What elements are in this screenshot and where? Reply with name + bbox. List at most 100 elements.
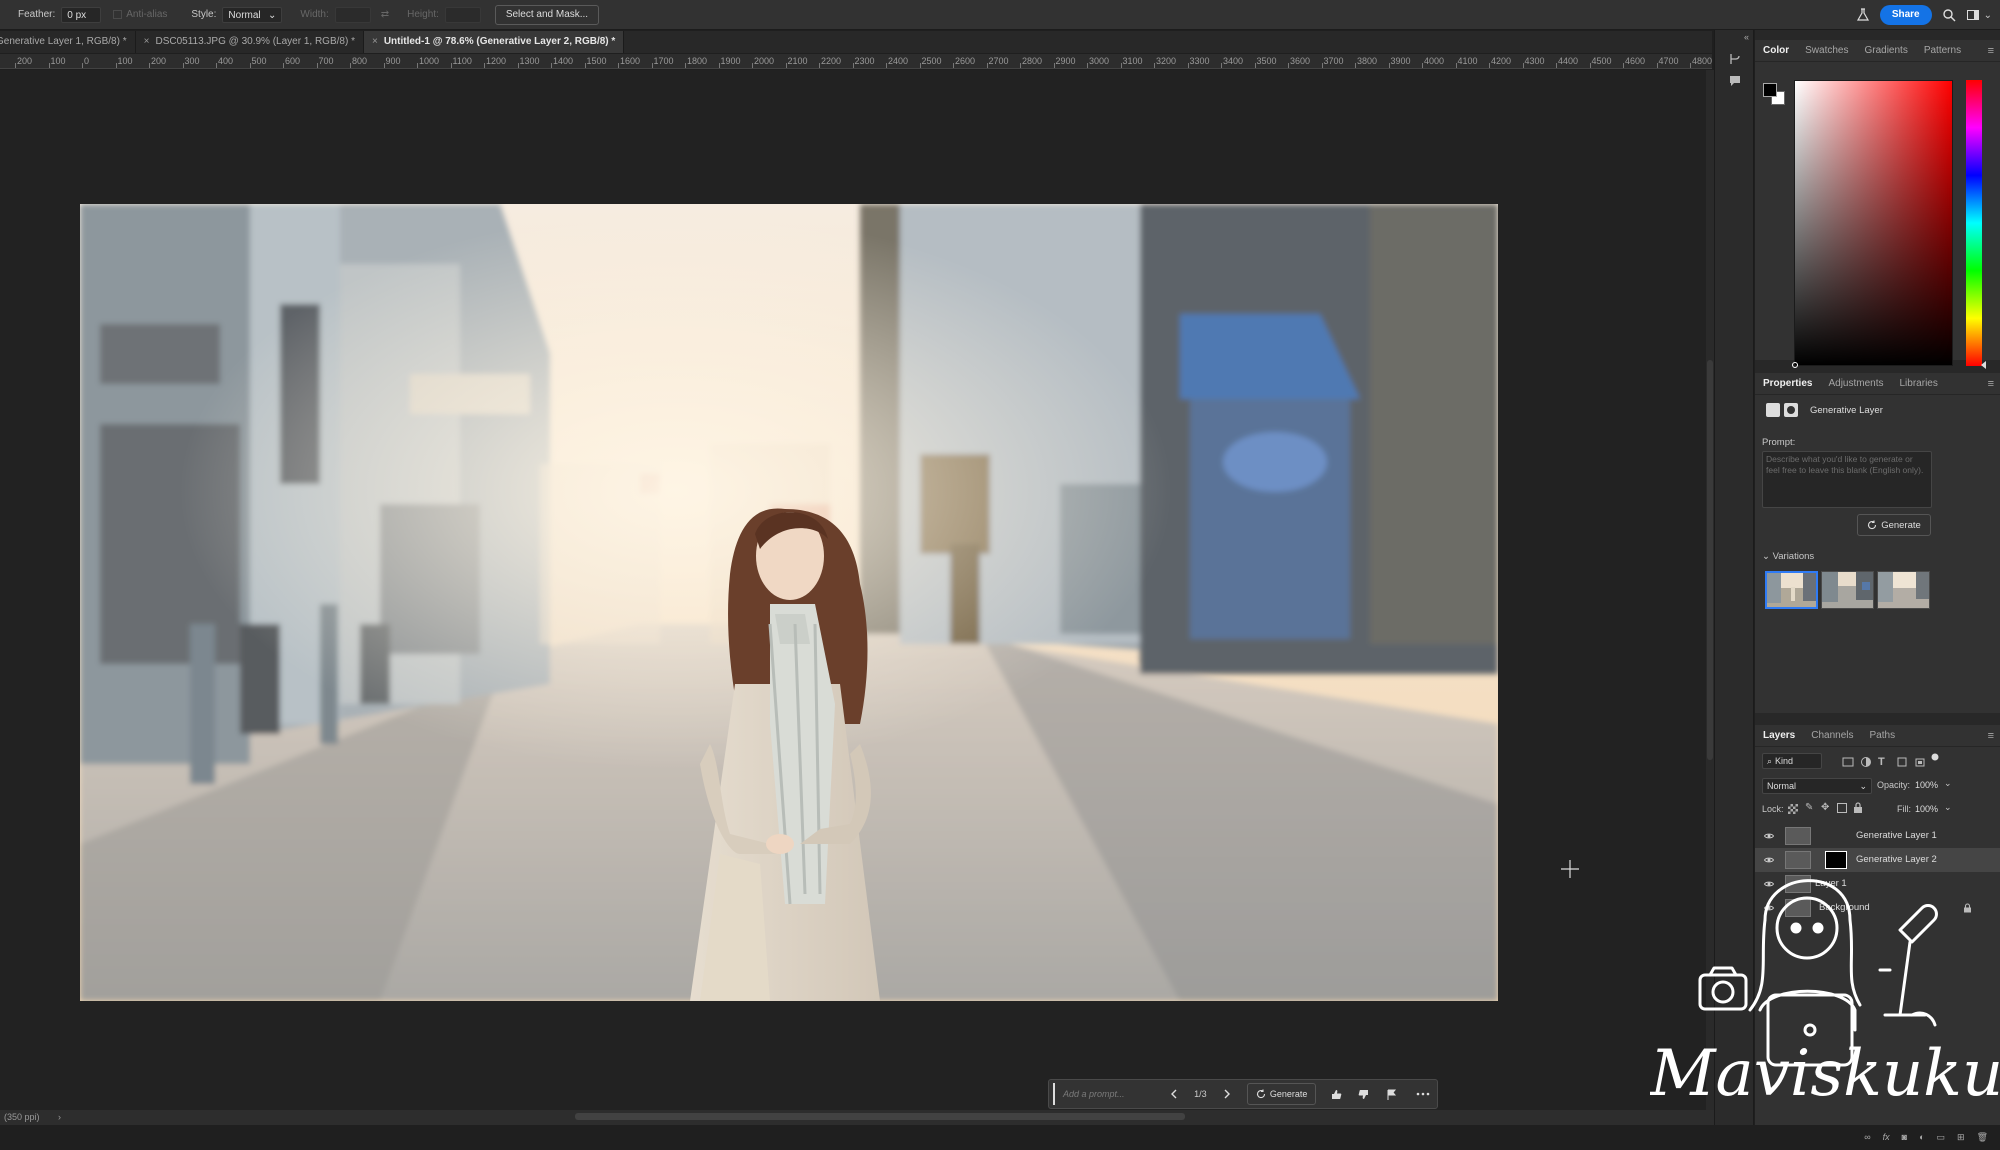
horizontal-scrollbar[interactable] [575, 1113, 1185, 1120]
foreground-background-swatches[interactable] [1762, 82, 1790, 110]
variation-thumbnail[interactable] [1765, 571, 1818, 609]
feather-input[interactable]: 0 px [61, 6, 102, 23]
variations-header[interactable]: ⌄ Variations [1762, 551, 1814, 562]
tab-properties[interactable]: Properties [1755, 373, 1820, 395]
width-input[interactable] [334, 6, 371, 23]
ruler-tick [886, 63, 887, 68]
ruler-tick [48, 63, 50, 68]
ruler-label: 2900 [1055, 56, 1076, 66]
report-button[interactable] [1378, 1081, 1406, 1107]
prompt-textarea[interactable]: Describe what you'd like to generate or … [1762, 451, 1932, 508]
new-group-icon[interactable]: ▭ [1937, 1132, 1946, 1150]
add-mask-icon[interactable]: ◙ [1902, 1132, 1907, 1150]
tab-adjustments[interactable]: Adjustments [1820, 373, 1891, 395]
ruler-tick [182, 63, 184, 68]
next-variation-button[interactable] [1213, 1081, 1241, 1107]
ruler-tick [1087, 63, 1088, 68]
tab-paths[interactable]: Paths [1862, 725, 1904, 747]
filter-adjustment-icon[interactable] [1860, 756, 1872, 768]
tab-swatches[interactable]: Swatches [1797, 40, 1856, 62]
ruler-tick [718, 63, 720, 68]
ruler-tick [1187, 63, 1189, 68]
chevron-right-icon[interactable]: › [58, 1112, 61, 1122]
blend-mode-select[interactable]: Normal ⌄ [1762, 778, 1872, 794]
variation-thumbnail[interactable] [1821, 571, 1874, 609]
ruler-tick [216, 63, 217, 68]
ruler-label: 2000 [754, 56, 775, 66]
ruler-tick [1522, 63, 1524, 68]
contextual-generate-button[interactable]: Generate [1246, 1083, 1317, 1105]
tab-color[interactable]: Color [1755, 40, 1797, 62]
tab-patterns[interactable]: Patterns [1916, 40, 1969, 62]
panel-menu-icon[interactable]: ≡ [1988, 730, 1994, 742]
ruler-tick [618, 63, 619, 68]
ruler-label: 4600 [1625, 56, 1646, 66]
antialias-label: Anti-alias [126, 9, 168, 20]
previous-variation-button[interactable] [1160, 1081, 1188, 1107]
scrollbar-thumb[interactable] [1707, 360, 1713, 760]
color-picker-handle[interactable] [1792, 362, 1798, 368]
trash-icon[interactable]: 🗑 [1977, 1132, 1988, 1150]
contextual-prompt-input[interactable]: Add a prompt... [1053, 1083, 1152, 1105]
workspace-icon[interactable] [1966, 8, 1980, 22]
tab-layers[interactable]: Layers [1755, 725, 1803, 747]
tab-untitled-1[interactable]: × Untitled-1 @ 78.6% (Generative Layer 2… [363, 31, 625, 53]
filter-shape-icon[interactable] [1896, 756, 1908, 768]
ruler-label: 1000 [419, 56, 440, 66]
thumbs-down-button[interactable] [1350, 1081, 1378, 1107]
filter-type-icon[interactable]: T [1878, 756, 1890, 768]
horizontal-ruler[interactable]: 200 100 0 100 200 300 400 500 600 700 800 900 1000 11… [0, 54, 1712, 69]
layer-style-icon[interactable]: fx [1883, 1132, 1890, 1150]
filter-smart-object-icon[interactable] [1914, 756, 1926, 768]
new-adjustment-icon[interactable]: ◐ [1919, 1132, 1924, 1150]
thumbs-up-icon [1331, 1089, 1342, 1099]
panel-menu-icon[interactable]: ≡ [1988, 45, 1994, 57]
ruler-tick [1355, 63, 1356, 68]
swap-dimensions-icon[interactable]: ⇄ [381, 9, 389, 20]
flag-icon [1387, 1089, 1397, 1100]
hue-slider-handle[interactable] [1981, 361, 1986, 369]
foreground-swatch[interactable] [1763, 83, 1777, 97]
ruler-tick [383, 63, 385, 68]
thumbs-up-button[interactable] [1322, 1081, 1350, 1107]
share-button[interactable]: Share [1879, 5, 1932, 25]
history-icon[interactable] [1728, 52, 1742, 66]
tab-libraries[interactable]: Libraries [1892, 373, 1946, 395]
panel-menu-icon[interactable]: ≡ [1988, 378, 1994, 390]
canvas-area[interactable]: Add a prompt... 1/3 Generate [0, 70, 1706, 1110]
tab-dsc05113[interactable]: × DSC05113.JPG @ 30.9% (Layer 1, RGB/8) … [136, 31, 364, 53]
flask-icon[interactable] [1856, 8, 1870, 22]
antialias-checkbox[interactable] [113, 10, 123, 19]
more-options-button[interactable] [1409, 1081, 1437, 1107]
link-layers-icon[interactable]: ∞ [1864, 1132, 1870, 1150]
layer-filter-kind[interactable]: ⌕ Kind [1762, 753, 1822, 769]
select-and-mask-button[interactable]: Select and Mask... [494, 4, 600, 25]
opacity-value[interactable]: 100% [1915, 780, 1938, 790]
chevron-down-icon[interactable]: ⌄ [1944, 778, 1952, 789]
tab-channels[interactable]: Channels [1803, 725, 1861, 747]
tab-generative-layer-1[interactable]: Generative Layer 1, RGB/8) * [0, 31, 136, 53]
filter-pixel-icon[interactable] [1842, 756, 1854, 768]
ruler-tick [450, 63, 452, 68]
ruler-label: 500 [251, 56, 267, 66]
color-field[interactable] [1792, 80, 1953, 368]
close-icon[interactable]: × [144, 31, 150, 53]
ruler-tick [82, 63, 83, 68]
ruler-label: 3000 [1089, 56, 1110, 66]
ruler-tick [316, 63, 318, 68]
new-layer-icon[interactable]: ⊞ [1957, 1132, 1965, 1150]
chevron-down-icon[interactable]: ⌄ [1984, 10, 1992, 21]
close-icon[interactable]: × [372, 31, 378, 53]
search-icon[interactable] [1942, 8, 1956, 22]
hue-slider[interactable] [1966, 80, 1986, 369]
filter-toggle-icon[interactable] [1930, 752, 1942, 764]
photo-street-portrait[interactable] [80, 204, 1498, 1001]
generate-button[interactable]: Generate [1857, 514, 1931, 536]
height-input[interactable] [444, 6, 481, 23]
ruler-tick [651, 63, 653, 68]
collapse-panels-icon[interactable]: « [1744, 32, 1749, 42]
comments-icon[interactable] [1728, 74, 1742, 88]
style-select[interactable]: Normal ⌄ [222, 6, 283, 23]
variation-thumbnail[interactable] [1877, 571, 1930, 609]
tab-gradients[interactable]: Gradients [1856, 40, 1915, 62]
